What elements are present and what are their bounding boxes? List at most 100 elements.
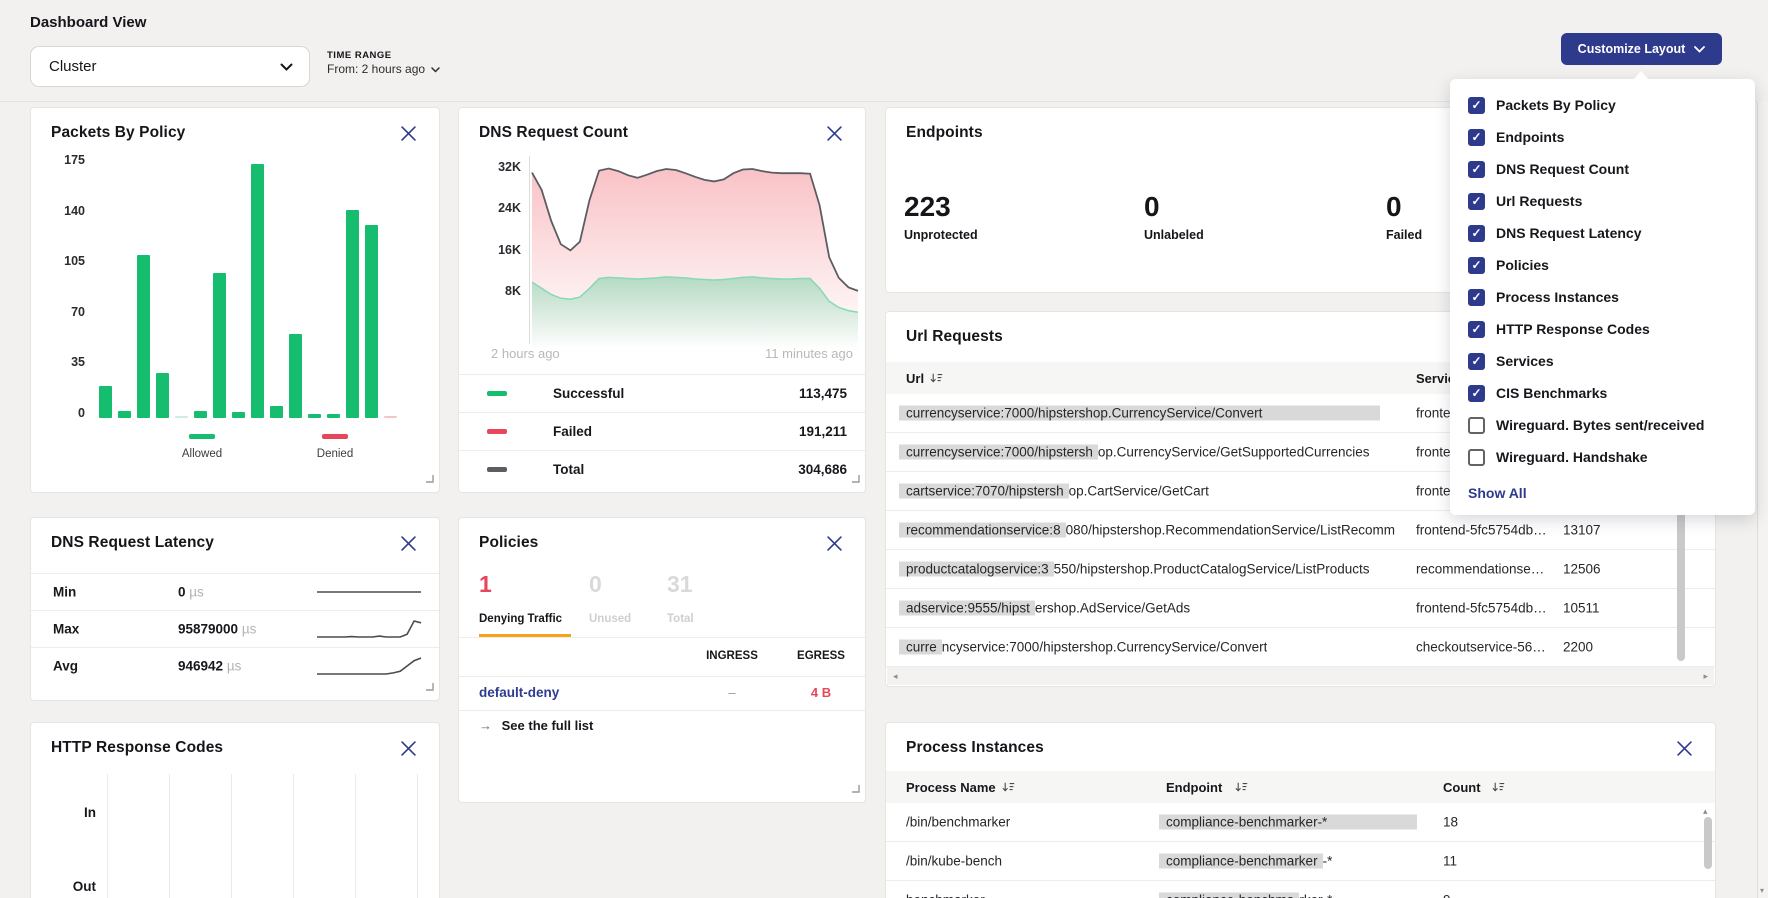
close-icon[interactable] — [827, 536, 845, 554]
checkbox-icon[interactable]: ✓ — [1468, 161, 1485, 178]
checkbox-icon[interactable]: ✓ — [1468, 193, 1485, 210]
latency-row-max: Max 95879000 µs — [31, 610, 439, 647]
card-title: HTTP Response Codes — [51, 739, 223, 757]
scroll-left-icon[interactable]: ◂ — [893, 672, 898, 681]
show-all-link[interactable]: Show All — [1450, 473, 1755, 501]
bar — [137, 255, 150, 418]
tab-total-value[interactable]: 31 — [667, 571, 693, 598]
resize-handle-icon[interactable] — [425, 678, 434, 696]
resize-handle-icon[interactable] — [851, 780, 860, 798]
column-process-name[interactable]: Process Name — [906, 780, 996, 795]
bar — [289, 334, 302, 418]
sparkline — [314, 653, 424, 679]
policy-link-default-deny[interactable]: default-deny — [479, 685, 559, 700]
table-row[interactable]: productcatalogservice:3550/hipstershop.P… — [886, 550, 1715, 589]
legend-denied: Denied — [292, 426, 378, 460]
dns-legend: Successful 113,475 Failed 191,211 Total … — [459, 374, 865, 488]
table-row[interactable]: recommendationservice:8080/hipstershop.R… — [886, 511, 1715, 550]
dropdown-notch — [1633, 71, 1649, 80]
checkbox-icon[interactable]: ✓ — [1468, 353, 1485, 370]
tab-total[interactable]: Total — [667, 613, 694, 625]
see-full-list-link[interactable]: → See the full list — [479, 718, 593, 733]
close-icon[interactable] — [401, 126, 419, 144]
menu-item-wireguard-bytes[interactable]: ✓Wireguard. Bytes sent/received — [1450, 409, 1755, 441]
tab-unused-value[interactable]: 0 — [589, 571, 602, 598]
card-title: Policies — [479, 534, 538, 552]
packets-by-policy-card: Packets By Policy 175 140 105 70 35 0 Al… — [30, 107, 440, 493]
table-vertical-scrollbar[interactable] — [1704, 817, 1712, 869]
menu-item-url-requests[interactable]: ✓Url Requests — [1450, 185, 1755, 217]
checkbox-icon[interactable]: ✓ — [1468, 385, 1485, 402]
resize-handle-icon[interactable] — [425, 470, 434, 488]
denied-swatch — [322, 434, 348, 439]
checkbox-icon[interactable]: ✓ — [1468, 129, 1485, 146]
menu-item-policies[interactable]: ✓Policies — [1450, 249, 1755, 281]
row-label-out: Out — [31, 879, 96, 894]
bar — [308, 414, 321, 418]
grid-line — [231, 774, 232, 898]
menu-item-dns-request-latency[interactable]: ✓DNS Request Latency — [1450, 217, 1755, 249]
column-url[interactable]: Url — [906, 371, 924, 386]
menu-item-wireguard-handshake[interactable]: ✓Wireguard. Handshake — [1450, 441, 1755, 473]
tab-denying-traffic[interactable]: Denying Traffic — [479, 613, 562, 625]
y-tick: 0 — [33, 406, 85, 420]
bar — [156, 373, 169, 418]
arrow-right-icon: → — [479, 718, 492, 733]
checkbox-icon[interactable]: ✓ — [1468, 257, 1485, 274]
customize-layout-button[interactable]: Customize Layout — [1561, 33, 1722, 65]
tab-denying-traffic-value[interactable]: 1 — [479, 571, 492, 598]
y-tick: 24K — [467, 201, 521, 215]
dns-request-latency-card: DNS Request Latency Min 0 µs Max 9587900… — [30, 517, 440, 701]
menu-item-http-response-codes[interactable]: ✓HTTP Response Codes — [1450, 313, 1755, 345]
bar — [384, 416, 397, 418]
menu-item-dns-request-count[interactable]: ✓DNS Request Count — [1450, 153, 1755, 185]
close-icon[interactable] — [401, 741, 419, 759]
menu-item-services[interactable]: ✓Services — [1450, 345, 1755, 377]
view-select-value: Cluster — [49, 58, 280, 75]
table-row[interactable]: currencyservice:7000/hipstershop.Currenc… — [886, 628, 1715, 667]
scroll-right-icon[interactable]: ▸ — [1703, 672, 1708, 681]
view-select[interactable]: Cluster — [30, 46, 310, 87]
tab-unused[interactable]: Unused — [589, 613, 631, 625]
grid-line — [169, 774, 170, 898]
page-scrollbar[interactable]: ▾ — [1757, 102, 1768, 898]
bar-chart — [99, 164, 411, 418]
menu-item-endpoints[interactable]: ✓Endpoints — [1450, 121, 1755, 153]
chevron-down-icon — [280, 58, 293, 76]
scroll-down-icon[interactable]: ▾ — [1760, 886, 1764, 895]
chevron-down-icon — [431, 67, 440, 73]
scroll-up-icon[interactable]: ▴ — [1703, 807, 1708, 816]
y-tick: 35 — [33, 355, 85, 369]
table-row[interactable]: /bin/kube-bench compliance-benchmarker-*… — [886, 842, 1715, 881]
close-icon[interactable] — [827, 126, 845, 144]
bar — [213, 273, 226, 418]
close-icon[interactable] — [1677, 741, 1695, 759]
bar — [99, 386, 112, 418]
table-row[interactable]: /bin/benchmarker compliance-benchmarker-… — [886, 803, 1715, 842]
close-icon[interactable] — [401, 536, 419, 554]
table-row[interactable]: benchmarker compliance-benchmarker-* 9 — [886, 881, 1715, 898]
http-response-codes-card: HTTP Response Codes In Out — [30, 722, 440, 898]
legend-row-successful: Successful 113,475 — [459, 374, 865, 412]
menu-item-process-instances[interactable]: ✓Process Instances — [1450, 281, 1755, 313]
checkbox-icon[interactable]: ✓ — [1468, 225, 1485, 242]
time-range-value[interactable]: From: 2 hours ago — [327, 62, 440, 76]
table-horizontal-scrollbar[interactable]: ◂ ▸ — [887, 667, 1714, 685]
card-title: Endpoints — [906, 124, 983, 142]
bar — [232, 412, 245, 418]
table-row[interactable]: adservice:9555/hipstershop.AdService/Get… — [886, 589, 1715, 628]
menu-item-packets-by-policy[interactable]: ✓Packets By Policy — [1450, 89, 1755, 121]
card-title: Process Instances — [906, 739, 1044, 757]
bar — [175, 416, 188, 418]
sparkline — [314, 579, 424, 605]
resize-handle-icon[interactable] — [851, 470, 860, 488]
checkbox-icon[interactable]: ✓ — [1468, 417, 1485, 434]
checkbox-icon[interactable]: ✓ — [1468, 289, 1485, 306]
checkbox-icon[interactable]: ✓ — [1468, 97, 1485, 114]
checkbox-icon[interactable]: ✓ — [1468, 321, 1485, 338]
checkbox-icon[interactable]: ✓ — [1468, 449, 1485, 466]
column-endpoint[interactable]: Endpoint — [1166, 780, 1222, 795]
column-count[interactable]: Count — [1443, 780, 1481, 795]
dashboard-root: Dashboard View Cluster TIME RANGE From: … — [0, 0, 1768, 898]
menu-item-cis-benchmarks[interactable]: ✓CIS Benchmarks — [1450, 377, 1755, 409]
